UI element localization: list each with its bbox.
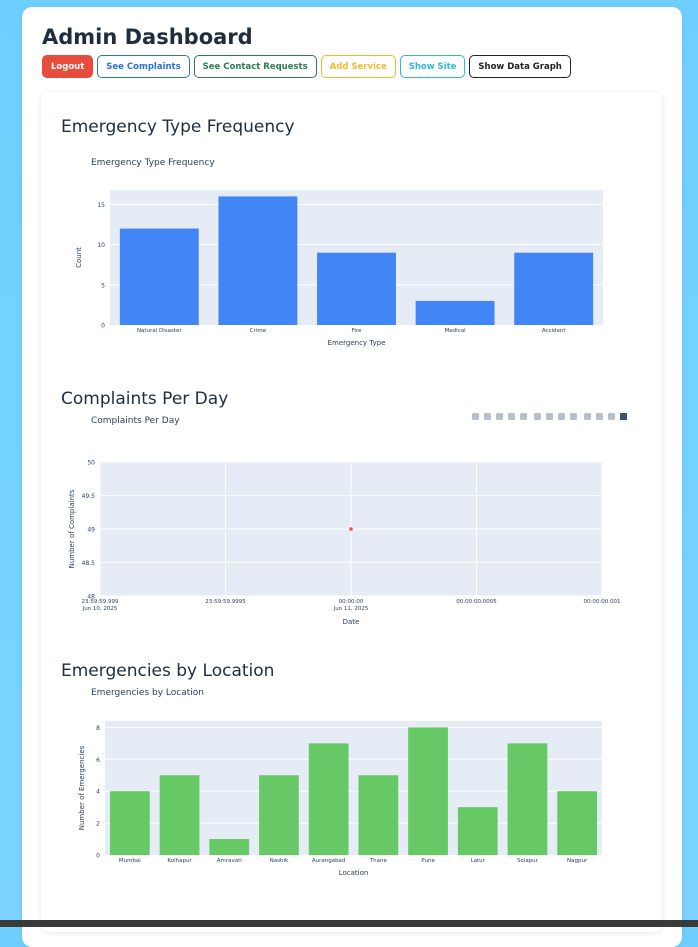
y-tick-label: 48.5 bbox=[82, 560, 96, 567]
x-tick-label: 00:00:00.0005 bbox=[456, 599, 497, 605]
x-tick-label: Aurangabad bbox=[312, 858, 346, 864]
bar-nagpur bbox=[557, 791, 598, 855]
x-tick-label: Nashik bbox=[270, 858, 289, 864]
x-tick-label: Nagpur bbox=[567, 858, 588, 864]
bar-latur bbox=[457, 807, 498, 855]
action-buttons: Logout See Complaints See Contact Reques… bbox=[42, 55, 571, 78]
see-contact-requests-button[interactable]: See Contact Requests bbox=[193, 55, 317, 78]
compare-data-icon[interactable] bbox=[608, 413, 615, 420]
x-tick-label: Amravati bbox=[217, 858, 243, 864]
bar-nashik bbox=[259, 775, 299, 855]
y-tick-label: 49.5 bbox=[82, 493, 96, 500]
add-service-button[interactable]: Add Service bbox=[320, 55, 396, 78]
pan-icon[interactable] bbox=[496, 413, 503, 420]
bar-thane bbox=[358, 775, 399, 855]
camera-icon[interactable] bbox=[472, 413, 479, 420]
box-select-icon[interactable] bbox=[508, 413, 515, 420]
x-tick-label: Fire bbox=[352, 328, 362, 334]
x-tick-label: Crime bbox=[250, 328, 267, 334]
x-tick-date: Jun 11, 2025 bbox=[333, 606, 369, 612]
y-tick-label: 49 bbox=[87, 527, 95, 534]
chart-per-day: Complaints Per Day 48 48.5 49 49.5 50 23:59:59… bbox=[41, 410, 662, 635]
x-axis-label: Location bbox=[339, 869, 369, 877]
y-tick-label: 2 bbox=[96, 821, 100, 828]
y-axis-label: Count bbox=[75, 247, 83, 268]
spike-lines-icon[interactable] bbox=[584, 413, 591, 420]
data-point bbox=[349, 527, 353, 531]
show-data-graph-button[interactable]: Show Data Graph bbox=[469, 55, 571, 78]
bar-aurangabad bbox=[308, 743, 349, 855]
chart-by-location-svg: Emergencies by Location 0 2 4 6 8 Mumbai Kolhap… bbox=[78, 688, 602, 877]
bar-fire bbox=[317, 252, 396, 325]
bar-amravati bbox=[209, 839, 250, 855]
plotly-logo-icon[interactable] bbox=[620, 413, 627, 420]
chart-per-day-svg: Complaints Per Day4848.54949.55023:59:59… bbox=[68, 413, 627, 626]
taskbar-strip bbox=[0, 920, 698, 927]
bar-solapur bbox=[507, 743, 548, 855]
bar-crime bbox=[218, 196, 298, 325]
chart-title: Emergency Type Frequency bbox=[91, 158, 215, 168]
chart-title: Emergencies by Location bbox=[91, 688, 204, 698]
section-title-by-location: Emergencies by Location bbox=[61, 661, 275, 681]
page-title: Admin Dashboard bbox=[42, 25, 253, 49]
x-axis-label: Date bbox=[343, 618, 360, 626]
lasso-icon[interactable] bbox=[520, 413, 527, 420]
x-tick-label: 23:59:59.9995 bbox=[205, 599, 246, 605]
y-tick-label: 15 bbox=[97, 202, 105, 209]
y-tick-label: 5 bbox=[101, 282, 105, 289]
x-tick-label: Latur bbox=[471, 858, 486, 864]
bar-accident bbox=[514, 252, 594, 325]
bar-kolhapur bbox=[159, 775, 200, 855]
y-axis-label: Number of Complaints bbox=[68, 489, 76, 568]
section-title-per-day: Complaints Per Day bbox=[61, 389, 229, 409]
reset-axes-icon[interactable] bbox=[570, 413, 577, 420]
bar-mumbai bbox=[109, 791, 150, 855]
x-tick-label: 00:00:00 bbox=[339, 599, 364, 605]
chart-by-location: Emergencies by Location 0 2 4 6 8 Mumbai Kolhap… bbox=[41, 687, 662, 902]
chart-type-frequency-svg: Emergency Type Frequency 0 5 10 15 Natural Di… bbox=[75, 158, 603, 347]
x-tick-date: Jun 10, 2025 bbox=[82, 606, 118, 612]
y-tick-label: 0 bbox=[101, 323, 105, 330]
zoom-in-icon[interactable] bbox=[534, 413, 541, 420]
y-tick-label: 6 bbox=[96, 757, 100, 764]
charts-panel: Emergency Type Frequency Emergency Type … bbox=[41, 92, 662, 932]
x-tick-label: Pune bbox=[421, 858, 435, 864]
x-tick-label: Solapur bbox=[517, 858, 539, 864]
show-site-button[interactable]: Show Site bbox=[399, 55, 466, 78]
y-tick-label: 0 bbox=[96, 853, 100, 860]
autoscale-icon[interactable] bbox=[558, 413, 565, 420]
y-tick-label: 10 bbox=[97, 242, 105, 249]
dashboard-card: Admin Dashboard Logout See Complaints Se… bbox=[22, 7, 682, 947]
zoom-out-icon[interactable] bbox=[546, 413, 553, 420]
y-tick-label: 4 bbox=[96, 789, 100, 796]
x-tick-label: Natural Disaster bbox=[137, 328, 182, 334]
bar-medical bbox=[415, 300, 495, 325]
x-tick-label: 00:00:00.001 bbox=[584, 599, 621, 605]
x-tick-label: Medical bbox=[445, 328, 467, 334]
logout-button[interactable]: Logout bbox=[42, 55, 94, 78]
section-title-type-frequency: Emergency Type Frequency bbox=[61, 117, 295, 137]
chart-title: Complaints Per Day bbox=[91, 416, 180, 426]
chart-type-frequency: Emergency Type Frequency 0 5 10 15 Natural Di… bbox=[41, 142, 662, 362]
x-tick-label: Mumbai bbox=[119, 858, 141, 864]
x-tick-label: Accident bbox=[542, 328, 567, 334]
x-tick-label: 23:59:59.999 bbox=[82, 599, 119, 605]
y-tick-label: 50 bbox=[87, 460, 95, 467]
closest-data-icon[interactable] bbox=[596, 413, 603, 420]
zoom-icon[interactable] bbox=[484, 413, 491, 420]
see-complaints-button[interactable]: See Complaints bbox=[97, 55, 190, 78]
x-tick-label: Thane bbox=[369, 858, 388, 864]
x-tick-label: Kolhapur bbox=[167, 858, 192, 864]
y-tick-label: 8 bbox=[96, 725, 100, 732]
bar-natural-disaster bbox=[119, 228, 199, 325]
bar-pune bbox=[408, 727, 448, 855]
x-axis-label: Emergency Type bbox=[328, 339, 386, 347]
y-axis-label: Number of Emergencies bbox=[78, 745, 86, 830]
